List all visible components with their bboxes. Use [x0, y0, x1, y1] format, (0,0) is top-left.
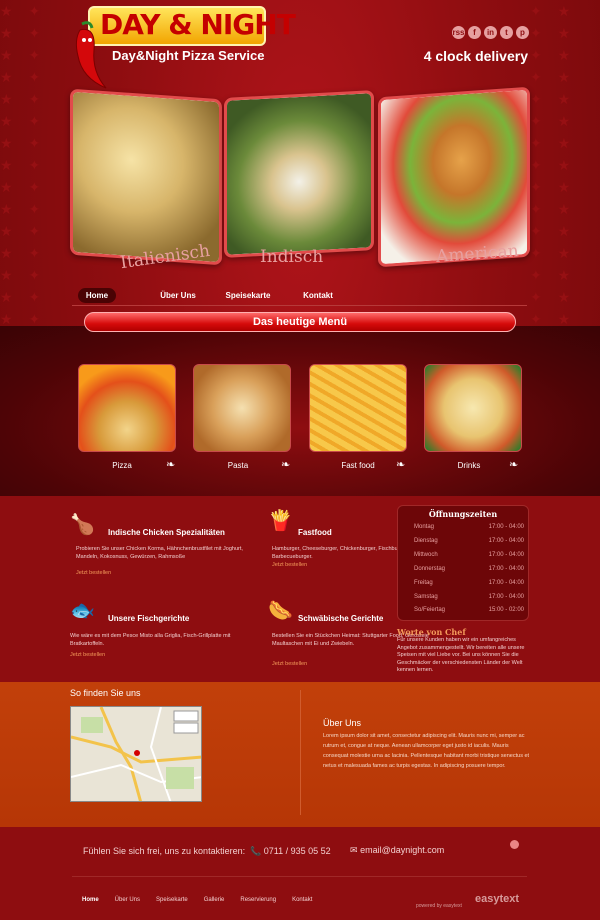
special-title: Indische Chicken Spezialitäten — [108, 528, 225, 537]
menu-card-label[interactable]: Pizza — [73, 461, 171, 470]
about-body: Lorem ipsum dolor sit amet, consectetur … — [323, 733, 530, 769]
fries-icon: 🍟 — [268, 510, 293, 532]
twitter-icon[interactable]: t — [500, 26, 513, 39]
fish-icon: 🐟 — [70, 600, 95, 622]
menu-card-label[interactable]: Pasta — [189, 461, 287, 470]
special-title: Schwäbische Gerichte — [298, 614, 384, 623]
contact-email[interactable]: ✉ email@daynight.com — [350, 845, 444, 856]
hours-row: Donnerstag 17:00 - 04:00 — [414, 566, 524, 572]
hours-title: Öffnungszeiten — [428, 509, 498, 519]
rss-icon[interactable]: rss — [452, 26, 465, 39]
footer-nav-kontakt[interactable]: Kontakt — [292, 897, 312, 903]
hero-frame-italian[interactable] — [70, 88, 222, 266]
special-body: Wie wäre es mit dem Pesce Misto alla Gri… — [70, 633, 231, 647]
chicken-icon: 🍗 — [70, 514, 95, 536]
footer-nav-home[interactable]: Home — [82, 897, 99, 903]
chef-title: Worte von Chef — [397, 627, 466, 637]
nav-uber-uns[interactable]: Über Uns — [148, 288, 208, 303]
footer-nav-speisekarte[interactable]: Speisekarte — [156, 897, 188, 903]
menu-card-pasta[interactable] — [193, 364, 291, 452]
contact-prompt: Fühlen Sie sich frei, uns zu kontaktiere… — [83, 846, 246, 856]
nav-divider — [72, 305, 527, 306]
phone-number[interactable]: 0711 / 935 05 52 — [264, 846, 331, 856]
chili-icon: ❧ — [396, 459, 406, 471]
menu-card-fastfood[interactable] — [309, 364, 407, 452]
facebook-icon[interactable]: f — [468, 26, 481, 39]
special-title: Fastfood — [298, 528, 332, 537]
footer-divider — [72, 876, 527, 877]
hero-caption-indian: Indisch — [260, 247, 324, 267]
order-link[interactable]: Jetzt bestellen — [76, 570, 111, 576]
chili-icon: ❧ — [509, 459, 519, 471]
powered-by: powered by easytext — [416, 903, 462, 909]
logo-text[interactable]: DAY & NIGHT — [100, 8, 296, 41]
footer-nav-reservierung[interactable]: Reservierung — [240, 897, 276, 903]
email-address[interactable]: email@daynight.com — [360, 845, 444, 855]
menu-card-drinks[interactable] — [424, 364, 522, 452]
mail-icon: ✉ — [350, 845, 358, 855]
tagline: Day&Night Pizza Service — [112, 48, 265, 63]
hours-row: Samstag 17:00 - 04:00 — [414, 594, 524, 600]
menu-title: Das heutige Menü — [84, 312, 516, 332]
menu-card-label[interactable]: Drinks — [420, 461, 518, 470]
location-title: So finden Sie uns — [70, 688, 141, 698]
footer-nav-gallerie[interactable]: Gallerie — [204, 897, 225, 903]
chef-body: Für unsere Kunden haben wir ein umfangre… — [397, 637, 525, 673]
scroll-top-icon[interactable] — [510, 840, 519, 849]
delivery-headline: 4 clock delivery — [423, 48, 528, 64]
section-divider — [300, 690, 301, 815]
chili-pepper-logo-icon — [75, 21, 107, 89]
linkedin-icon[interactable]: in — [484, 26, 497, 39]
footer-nav: Home Über Uns Speisekarte Gallerie Reser… — [82, 897, 312, 903]
chili-icon: ❧ — [281, 459, 291, 471]
order-link[interactable]: Jetzt bestellen — [272, 562, 307, 568]
special-title: Unsere Fischgerichte — [108, 614, 190, 623]
sausage-icon: 🌭 — [268, 600, 293, 622]
order-link[interactable]: Jetzt bestellen — [70, 652, 105, 658]
easytext-logo[interactable]: easytext — [475, 893, 519, 905]
hero-frame-indian[interactable] — [224, 90, 374, 258]
order-link[interactable]: Jetzt bestellen — [272, 661, 307, 667]
special-body: Probieren Sie unser Chicken Korma, Hähnc… — [76, 546, 243, 560]
main-nav: Home Über Uns Speisekarte Kontakt — [78, 288, 348, 303]
social-links: rss f in t p — [452, 26, 529, 39]
footer-nav-uber-uns[interactable]: Über Uns — [115, 897, 140, 903]
phone-icon: 📞 — [250, 846, 262, 856]
nav-kontakt[interactable]: Kontakt — [288, 288, 348, 303]
hours-row: Dienstag 17:00 - 04:00 — [414, 538, 524, 544]
menu-card-label[interactable]: Fast food — [309, 461, 407, 470]
nav-speisekarte[interactable]: Speisekarte — [218, 288, 278, 303]
hours-row: Freitag 17:00 - 04:00 — [414, 580, 524, 586]
hours-row: Mittwoch 17:00 - 04:00 — [414, 552, 524, 558]
chili-icon: ❧ — [166, 459, 176, 471]
contact-phone[interactable]: 📞 0711 / 935 05 52 — [250, 846, 331, 857]
menu-card-pizza[interactable] — [78, 364, 176, 452]
hero-frame-american[interactable] — [378, 86, 530, 268]
about-title: Über Uns — [323, 718, 362, 728]
pinterest-icon[interactable]: p — [516, 26, 529, 39]
hours-row: So/Feiertag 15:00 - 02:00 — [414, 607, 524, 613]
location-map[interactable] — [70, 706, 202, 802]
hours-row: Montag 17:00 - 04:00 — [414, 524, 524, 530]
opening-hours-panel — [397, 505, 529, 621]
nav-home[interactable]: Home — [78, 288, 116, 303]
